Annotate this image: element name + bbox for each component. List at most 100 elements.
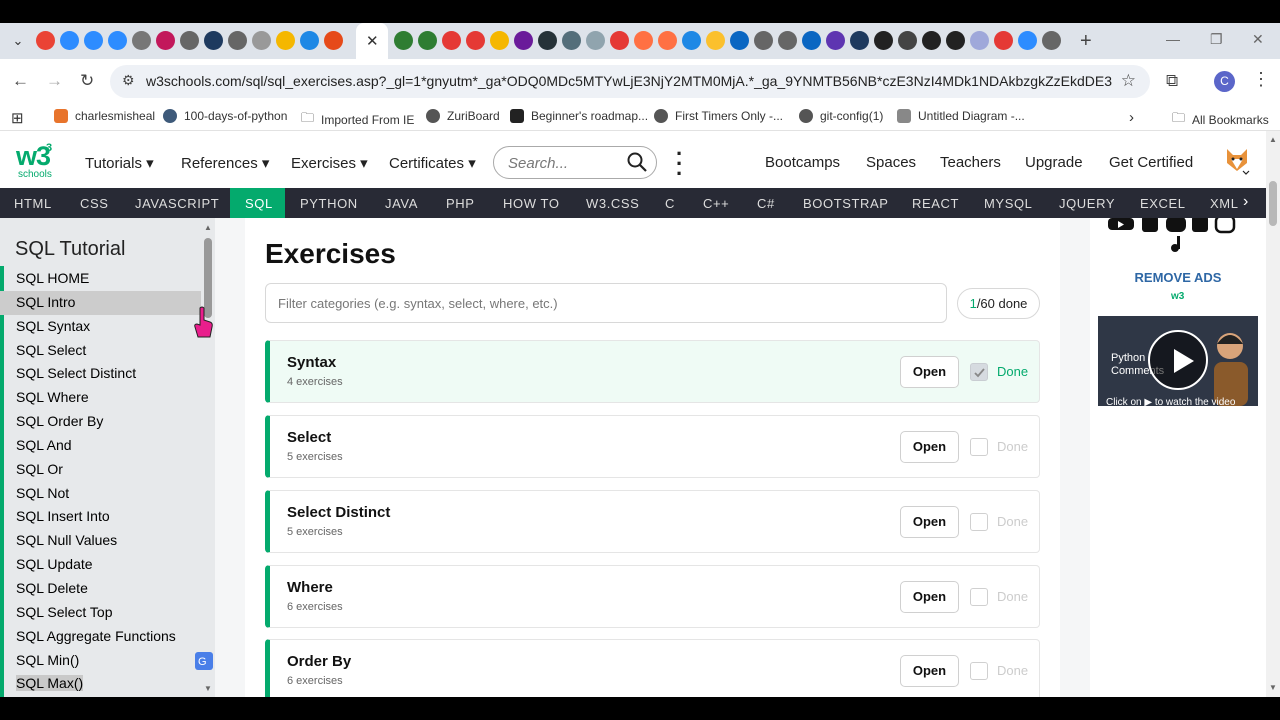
menu-references[interactable]: References ▾ xyxy=(181,154,269,172)
sidebar-item-sql-select-top[interactable]: SQL Select Top xyxy=(0,601,201,625)
tab-app[interactable] xyxy=(706,31,725,50)
tab-web[interactable] xyxy=(754,31,773,50)
video-ad[interactable]: Python Comments Click on ▶ to watch the … xyxy=(1098,316,1258,406)
topic-java[interactable]: JAVA xyxy=(385,196,418,211)
discord-icon[interactable] xyxy=(1166,218,1186,232)
translate-icon[interactable]: G xyxy=(194,651,214,671)
sidebar-item-sql-aggregate-functions[interactable]: SQL Aggregate Functions xyxy=(0,625,201,649)
open-button[interactable]: Open xyxy=(900,431,959,463)
bookmark-item[interactable]: 100-days-of-python xyxy=(163,109,287,123)
tab-zoom[interactable] xyxy=(84,31,103,50)
tab-app[interactable] xyxy=(658,31,677,50)
tab-zoom[interactable] xyxy=(1018,31,1037,50)
site-info-icon[interactable]: ⚙ xyxy=(122,72,135,89)
browser-menu-icon[interactable]: ⋮ xyxy=(1252,69,1270,90)
tab-app[interactable] xyxy=(850,31,869,50)
sidebar-item-sql-insert-into[interactable]: SQL Insert Into xyxy=(0,505,201,529)
sidebar-item-sql-delete[interactable]: SQL Delete xyxy=(0,577,201,601)
scroll-thumb[interactable] xyxy=(1269,181,1277,226)
sidebar-item-sql-null-values[interactable]: SQL Null Values xyxy=(0,529,201,553)
menu-certificates[interactable]: Certificates ▾ xyxy=(389,154,476,172)
tab-youtube[interactable] xyxy=(610,31,629,50)
bookmark-item[interactable]: First Timers Only -... xyxy=(654,109,783,123)
topic-excel[interactable]: EXCEL xyxy=(1140,196,1186,211)
topic-xml[interactable]: XML xyxy=(1210,196,1239,211)
bookmark-item[interactable]: charlesmisheal xyxy=(54,109,155,123)
sidebar-scrollbar[interactable]: ▲ ▼ xyxy=(201,218,215,697)
address-url[interactable]: w3schools.com/sql/sql_exercises.asp?_gl=… xyxy=(146,73,1112,89)
open-button[interactable]: Open xyxy=(900,506,959,538)
sidebar-item-sql-order-by[interactable]: SQL Order By xyxy=(0,410,201,434)
sidebar-item-sql-max[interactable]: SQL Max() xyxy=(0,672,201,696)
menu-tutorials[interactable]: Tutorials ▾ xyxy=(85,154,154,172)
youtube-icon[interactable] xyxy=(1108,218,1134,230)
scroll-up-icon[interactable]: ▲ xyxy=(204,223,212,232)
topic-javascript[interactable]: JAVASCRIPT xyxy=(135,196,219,211)
tab-app[interactable] xyxy=(276,31,295,50)
sidebar-item-sql-where[interactable]: SQL Where xyxy=(0,386,201,410)
menu-teachers[interactable]: Teachers xyxy=(940,154,1001,171)
tab-linkedin[interactable] xyxy=(730,31,749,50)
chevron-right-icon[interactable]: › xyxy=(1243,193,1248,211)
bookmark-item[interactable]: Beginner's roadmap... xyxy=(510,109,648,123)
reload-icon[interactable]: ↻ xyxy=(80,71,94,91)
done-checkbox[interactable] xyxy=(970,363,988,381)
menu-upgrade[interactable]: Upgrade xyxy=(1025,154,1083,171)
topic-sql[interactable]: SQL xyxy=(245,196,273,211)
topic-php[interactable]: PHP xyxy=(446,196,475,211)
tab-youtube[interactable] xyxy=(994,31,1013,50)
profile-avatar[interactable]: C xyxy=(1214,71,1235,92)
tab-linkedin[interactable] xyxy=(802,31,821,50)
sidebar-item-sql-or[interactable]: SQL Or xyxy=(0,458,201,482)
tab-gmail[interactable] xyxy=(36,31,55,50)
topic-python[interactable]: PYTHON xyxy=(300,196,358,211)
open-button[interactable]: Open xyxy=(900,356,959,388)
topic-mysql[interactable]: MYSQL xyxy=(984,196,1033,211)
menu-get-certified[interactable]: Get Certified xyxy=(1109,154,1193,171)
bookmark-star-icon[interactable]: ☆ xyxy=(1121,71,1136,91)
scroll-down-icon[interactable]: ▼ xyxy=(1269,683,1277,692)
tab-app[interactable] xyxy=(300,31,319,50)
bookmarks-overflow-icon[interactable]: › xyxy=(1129,109,1134,126)
tab-web[interactable] xyxy=(778,31,797,50)
bookmark-item[interactable]: ZuriBoard xyxy=(426,109,500,123)
facebook-icon[interactable] xyxy=(1192,218,1208,232)
search-icon[interactable] xyxy=(626,151,648,173)
sidebar-item-sql-intro[interactable]: SQL Intro xyxy=(0,290,201,315)
open-button[interactable]: Open xyxy=(900,655,959,687)
close-window-icon[interactable]: ✕ xyxy=(1252,31,1264,48)
search-input[interactable]: Search... xyxy=(493,146,657,179)
tab-app[interactable] xyxy=(156,31,175,50)
tab-github[interactable] xyxy=(922,31,941,50)
sidebar-item-sql-not[interactable]: SQL Not xyxy=(0,482,201,506)
tab-w3schools[interactable] xyxy=(418,31,437,50)
back-icon[interactable]: ← xyxy=(12,71,29,91)
filter-categories-input[interactable]: Filter categories (e.g. syntax, select, … xyxy=(265,283,947,323)
done-checkbox[interactable] xyxy=(970,513,988,531)
tab-app[interactable] xyxy=(490,31,509,50)
tab-zoom[interactable] xyxy=(60,31,79,50)
menu-exercises[interactable]: Exercises ▾ xyxy=(291,154,368,172)
sidebar-item-sql-select-distinct[interactable]: SQL Select Distinct xyxy=(0,362,201,386)
topic-jquery[interactable]: JQUERY xyxy=(1059,196,1115,211)
topic-bootstrap[interactable]: BOOTSTRAP xyxy=(803,196,889,211)
sidebar-item-sql-update[interactable]: SQL Update xyxy=(0,553,201,577)
tab-web[interactable] xyxy=(228,31,247,50)
done-checkbox[interactable] xyxy=(970,438,988,456)
tab-chatgpt[interactable] xyxy=(132,31,151,50)
open-button[interactable]: Open xyxy=(900,581,959,613)
topic-csharp[interactable]: C# xyxy=(757,196,775,211)
menu-spaces[interactable]: Spaces xyxy=(866,154,916,171)
topic-c[interactable]: C xyxy=(665,196,675,211)
instagram-icon[interactable] xyxy=(1214,218,1236,234)
topic-react[interactable]: REACT xyxy=(912,196,959,211)
close-tab-icon[interactable]: ✕ xyxy=(366,32,379,50)
sidebar-item-sql-min[interactable]: SQL Min() xyxy=(0,649,201,673)
bookmark-folder[interactable]: 🗀 Imported From IE xyxy=(301,109,414,131)
tab-app[interactable] xyxy=(586,31,605,50)
sidebar-item-sql-home[interactable]: SQL HOME xyxy=(0,267,201,291)
topic-w3css[interactable]: W3.CSS xyxy=(586,196,639,211)
bookmark-item[interactable]: git-config(1) xyxy=(799,109,883,123)
tab-app[interactable] xyxy=(324,31,343,50)
new-tab-button[interactable]: + xyxy=(1080,30,1092,53)
